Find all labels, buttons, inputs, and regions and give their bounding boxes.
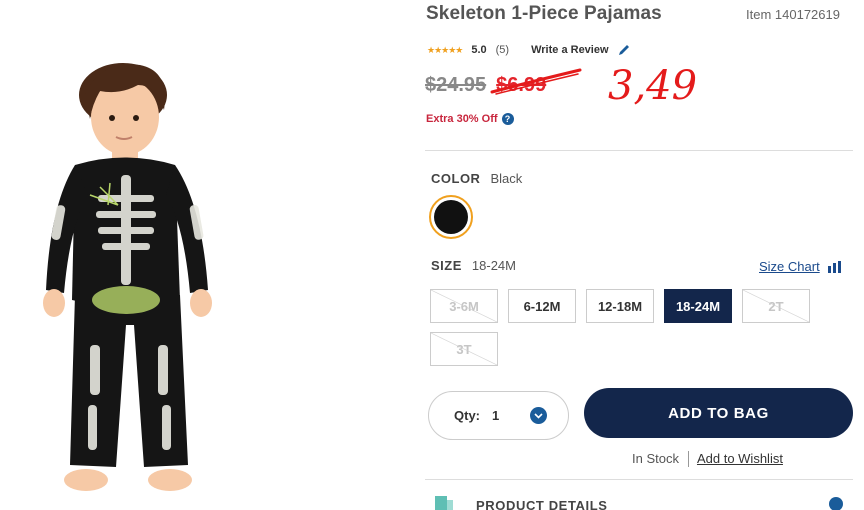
original-price: $24.95 (425, 73, 487, 96)
product-details-label: PRODUCT DETAILS (476, 498, 608, 510)
stock-row: In Stock Add to Wishlist (632, 451, 783, 467)
chevron-down-icon[interactable] (829, 497, 843, 510)
rating-value: 5.0 (471, 44, 487, 56)
rating-row: ★★★★★ 5.0 (5) Write a Review (427, 42, 631, 58)
color-label: COLOR (431, 171, 481, 186)
color-swatch-black[interactable] (429, 195, 473, 239)
promo-label: Extra 30% Off (426, 113, 498, 125)
promo-text: Extra 30% Off ? (426, 113, 514, 125)
help-icon[interactable]: ? (501, 113, 514, 125)
size-option-18-24m[interactable]: 18-24M (664, 289, 732, 323)
size-option-3-6m[interactable]: 3-6M (430, 289, 498, 323)
quantity-value: 1 (492, 408, 500, 423)
add-to-bag-button[interactable]: ADD TO BAG (584, 388, 853, 438)
product-details-accordion[interactable]: PRODUCT DETAILS (425, 479, 853, 510)
divider (425, 150, 853, 151)
red-strike-annotation (490, 68, 582, 95)
review-count[interactable]: (5) (496, 44, 509, 56)
size-label: SIZE (431, 258, 462, 273)
star-rating-icon: ★★★★★ (427, 44, 463, 55)
write-review-link[interactable]: Write a Review (531, 44, 608, 56)
size-value: 18-24M (471, 258, 516, 273)
quantity-label: Qty: (454, 408, 480, 423)
size-option-12-18m[interactable]: 12-18M (586, 289, 654, 323)
color-value: Black (490, 171, 523, 186)
size-chart-label: Size Chart (759, 259, 820, 274)
size-option-2t[interactable]: 2T (742, 289, 810, 323)
size-row: SIZE 18-24M (431, 258, 516, 273)
size-option-3t[interactable]: 3T (430, 332, 498, 366)
size-chart-link[interactable]: Size Chart (759, 259, 841, 274)
handwritten-price-annotation: 3,49 (608, 63, 698, 109)
color-row: COLOR Black (431, 171, 522, 186)
size-option-6-12m[interactable]: 6-12M (508, 289, 576, 323)
separator (687, 451, 689, 467)
stock-status: In Stock (632, 451, 679, 466)
product-details-icon (435, 496, 453, 510)
chevron-down-icon[interactable] (530, 407, 547, 424)
pencil-icon[interactable] (617, 43, 631, 57)
add-to-wishlist-link[interactable]: Add to Wishlist (697, 451, 783, 467)
product-image (43, 63, 212, 491)
product-title: Skeleton 1-Piece Pajamas (426, 3, 662, 24)
bar-chart-icon (827, 260, 841, 273)
item-number: Item 140172619 (746, 7, 840, 22)
quantity-selector[interactable]: Qty: 1 (428, 391, 569, 440)
swatch-dot (434, 200, 468, 234)
